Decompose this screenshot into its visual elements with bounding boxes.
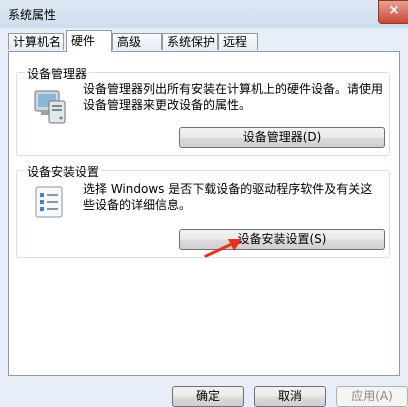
device-installation-description: 选择 Windows 是否下载设备的驱动程序软件及有关这些设备的详细信息。 bbox=[83, 182, 373, 212]
ok-button[interactable]: 确定 bbox=[172, 386, 244, 407]
tab-hardware[interactable]: 硬件 bbox=[66, 30, 112, 52]
apply-button[interactable]: 应用(A) bbox=[336, 386, 408, 407]
tab-computer-name[interactable]: 计算机名 bbox=[8, 33, 64, 50]
window-title: 系统属性 bbox=[8, 8, 57, 22]
annotation-arrow bbox=[204, 239, 242, 258]
tab-system-protection[interactable]: 系统保护 bbox=[162, 33, 218, 50]
device-manager-icon bbox=[34, 90, 66, 124]
close-icon: × bbox=[388, 3, 400, 18]
title-bar: 系统属性 × bbox=[0, 0, 408, 28]
device-installation-legend: 设备安装设置 bbox=[25, 163, 102, 180]
cancel-button[interactable]: 取消 bbox=[254, 386, 326, 407]
device-manager-description: 设备管理器列出所有安装在计算机上的硬件设备。请使用设备管理器来更改设备的属性。 bbox=[83, 82, 384, 112]
device-manager-button[interactable]: 设备管理器(D) bbox=[179, 127, 385, 148]
checklist-icon bbox=[35, 186, 63, 218]
tab-advanced[interactable]: 高级 bbox=[112, 33, 162, 50]
device-manager-group: 设备管理器 设备管理器列出所有安装在计算机上的硬件设备。请使用设备管理器来更改设… bbox=[16, 65, 390, 156]
device-manager-legend: 设备管理器 bbox=[25, 65, 90, 82]
tab-remote[interactable]: 远程 bbox=[218, 33, 258, 50]
close-button[interactable]: × bbox=[378, 0, 408, 24]
